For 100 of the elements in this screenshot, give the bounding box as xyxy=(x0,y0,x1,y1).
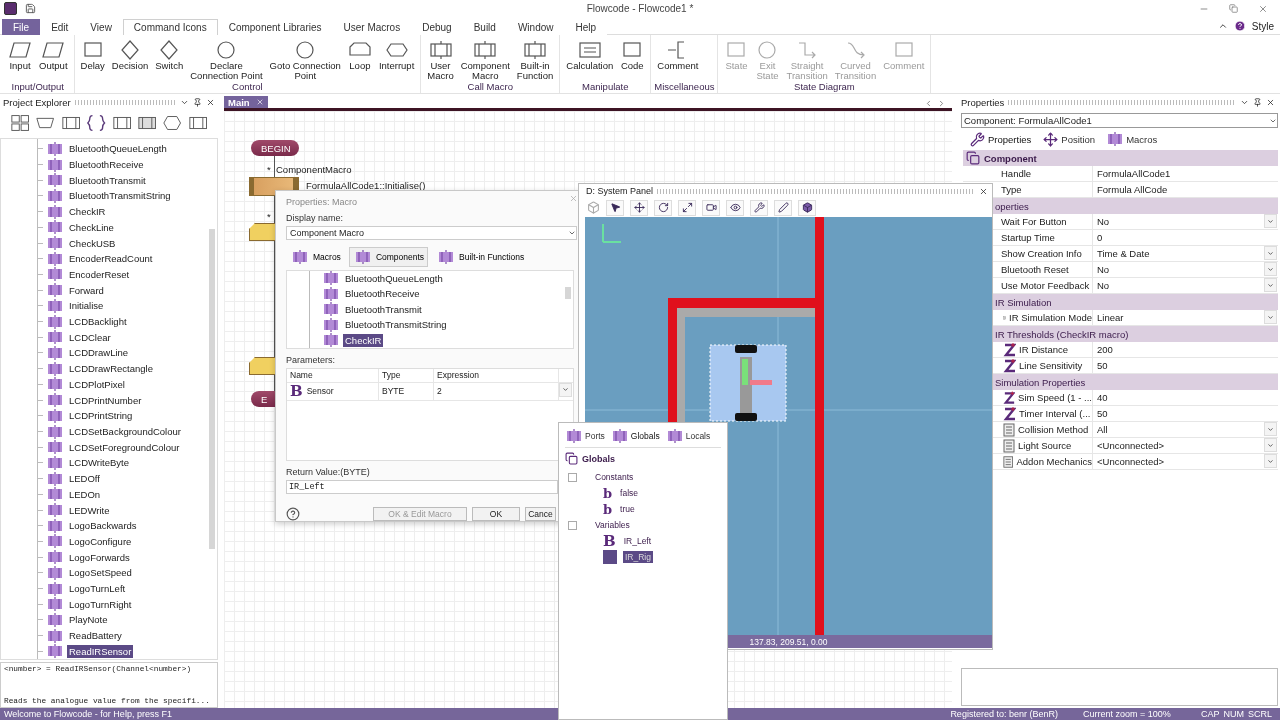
collapse-toggle[interactable] xyxy=(568,472,577,482)
tree-item[interactable]: LEDWrite xyxy=(67,503,112,517)
property-value[interactable]: 50 xyxy=(1093,358,1264,373)
tree-item[interactable]: ReadBattery xyxy=(67,629,124,643)
collapse-icon[interactable] xyxy=(1217,21,1228,31)
tree-item[interactable]: CheckLine xyxy=(67,220,116,234)
tree-item[interactable]: BluetoothReceive xyxy=(67,158,146,172)
tree-item[interactable]: LCDDrawRectangle xyxy=(67,362,155,376)
ribbon-button[interactable]: Loop xyxy=(344,37,375,81)
wrench-tool[interactable] xyxy=(750,199,768,216)
menu-tab[interactable]: Command Icons xyxy=(122,19,218,35)
tree-item[interactable]: LogoTurnRight xyxy=(67,597,134,611)
ribbon-button[interactable]: Component Macro xyxy=(457,37,513,81)
tree-item[interactable]: BluetoothTransmit xyxy=(67,173,148,187)
tree-item[interactable]: LogoSetSpeed xyxy=(67,566,134,580)
tree-item[interactable]: ReadIRSensor xyxy=(67,644,134,658)
rotate-tool[interactable] xyxy=(654,199,672,216)
property-value[interactable]: <Unconnected> xyxy=(1093,438,1264,453)
variable-item[interactable]: true xyxy=(618,503,637,515)
panel-tab[interactable]: Globals xyxy=(610,429,660,443)
macro-list-item[interactable]: CheckIR xyxy=(343,333,384,347)
close-icon[interactable] xyxy=(1266,97,1275,107)
macro-list-item[interactable]: BluetoothTransmit xyxy=(343,302,424,316)
pointer-tool[interactable] xyxy=(606,199,624,216)
variable-item[interactable]: IR_Rig xyxy=(623,551,653,563)
close-icon[interactable] xyxy=(1258,3,1268,14)
pen-tool[interactable] xyxy=(774,199,792,216)
close-icon[interactable] xyxy=(255,98,264,106)
style-menu[interactable]: Style xyxy=(1251,20,1274,32)
ribbon-button[interactable]: User Macro xyxy=(424,37,457,81)
property-value[interactable]: 50 xyxy=(1093,406,1264,421)
variable-item[interactable]: false xyxy=(618,487,641,499)
dialog-button[interactable]: OK xyxy=(472,507,520,521)
tree-item[interactable]: LogoBackwards xyxy=(67,519,139,533)
pin-icon[interactable] xyxy=(1253,97,1262,107)
display-name-field[interactable]: Component Macro xyxy=(286,226,577,240)
property-value[interactable]: No xyxy=(1093,214,1264,229)
tree-item[interactable]: LCDDrawLine xyxy=(67,346,131,360)
tree-item[interactable]: LogoConfigure xyxy=(67,534,134,548)
pan-tool[interactable] xyxy=(630,199,648,216)
tree-item[interactable]: LogoForwards xyxy=(67,550,132,564)
tree-item[interactable]: LEDOn xyxy=(67,487,103,501)
tree-item[interactable]: CheckIR xyxy=(67,205,108,219)
tree-group[interactable]: Variables xyxy=(595,520,630,530)
return-value-field[interactable]: IR_Left xyxy=(286,480,558,494)
ribbon-button[interactable]: Switch xyxy=(152,37,187,81)
macro-list-item[interactable]: BluetoothQueueLength xyxy=(343,271,445,285)
properties-tab[interactable]: Properties xyxy=(968,130,1034,148)
help-icon[interactable] xyxy=(286,507,300,521)
macro-list-item[interactable]: BluetoothReceive xyxy=(343,287,422,301)
tree-item[interactable]: Forward xyxy=(67,283,106,297)
dialog-tab[interactable]: Components xyxy=(348,246,429,267)
tree-item[interactable]: LEDOff xyxy=(67,472,102,486)
scrollbar-thumb[interactable] xyxy=(209,229,215,549)
toolbar-icon[interactable] xyxy=(86,113,107,133)
camera-tool[interactable] xyxy=(702,199,720,216)
dialog-tab[interactable]: Macros xyxy=(286,246,345,267)
ribbon-button[interactable]: Interrupt xyxy=(375,37,418,81)
ribbon-button[interactable]: Declare Connection Point xyxy=(187,37,266,81)
property-value[interactable]: 0 xyxy=(1093,230,1264,245)
ribbon-button[interactable]: Comment xyxy=(654,37,702,81)
ribbon-button[interactable]: Delay xyxy=(77,37,108,81)
panel-tab[interactable]: Locals xyxy=(665,429,711,443)
tree-item[interactable]: LCDSetForegroundColour xyxy=(67,440,182,454)
tree-item[interactable]: BluetoothQueueLength xyxy=(67,142,169,156)
ribbon-button[interactable]: Decision xyxy=(108,37,152,81)
variable-item[interactable]: IR_Left xyxy=(621,535,654,547)
menu-tab[interactable]: File xyxy=(2,19,41,35)
view-tool[interactable] xyxy=(726,199,744,216)
component-selector[interactable]: Component: FormulaAllCode1 xyxy=(961,113,1278,128)
document-tab[interactable]: Main xyxy=(224,96,268,108)
tree-item[interactable]: LCDPlotPixel xyxy=(67,377,127,391)
close-icon[interactable] xyxy=(979,186,988,196)
tree-item[interactable]: Initialise xyxy=(67,299,106,313)
close-icon[interactable] xyxy=(206,97,215,107)
tree-item[interactable]: LCDBacklight xyxy=(67,315,129,329)
macro-list-item[interactable]: BluetoothTransmitString xyxy=(343,318,449,332)
dialog-button[interactable]: Cance xyxy=(525,507,556,521)
property-value[interactable]: FormulaAllCode1 xyxy=(1093,166,1264,181)
property-value[interactable]: No xyxy=(1093,278,1264,293)
properties-tab[interactable]: Macros xyxy=(1105,131,1160,147)
dialog-tab[interactable]: Built-in Functions xyxy=(432,246,529,267)
scrollbar-thumb[interactable] xyxy=(565,286,571,299)
property-value[interactable]: 40 xyxy=(1093,390,1264,405)
ribbon-button[interactable]: Output xyxy=(36,37,71,81)
ribbon-button[interactable]: Goto Connection Point xyxy=(266,37,344,81)
properties-tab[interactable]: Position xyxy=(1041,130,1098,148)
property-value[interactable]: 200 xyxy=(1093,342,1264,357)
toolbar-icon[interactable] xyxy=(162,113,183,133)
tree-item[interactable]: EncoderReadCount xyxy=(67,252,155,266)
tree-item[interactable]: CheckUSB xyxy=(67,236,118,250)
ribbon-button[interactable]: Built-in Function xyxy=(513,37,557,81)
toolbar-icon[interactable] xyxy=(10,113,31,133)
property-value[interactable]: <Unconnected> xyxy=(1093,454,1264,469)
tree-item[interactable]: LCDPrintNumber xyxy=(67,393,144,407)
zoom-tool[interactable] xyxy=(678,199,696,216)
property-value[interactable]: Linear xyxy=(1093,310,1264,325)
tree-item[interactable]: PlayNote xyxy=(67,613,110,627)
panel-tab[interactable]: Ports xyxy=(565,429,605,443)
pin-icon[interactable] xyxy=(193,97,202,107)
